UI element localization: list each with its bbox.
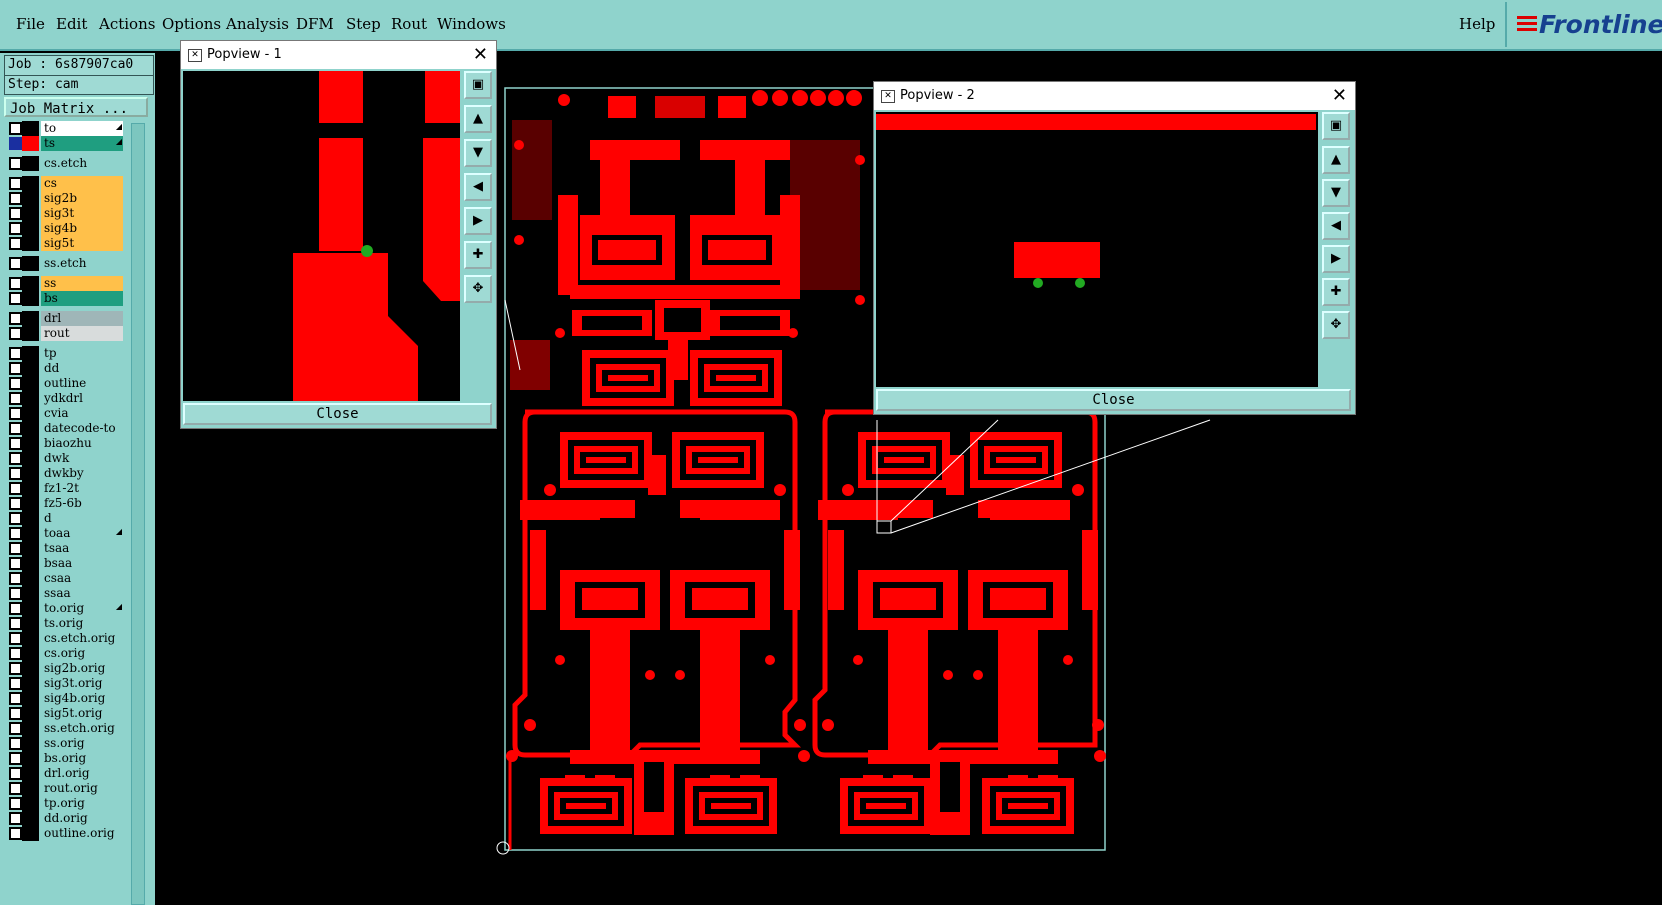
popview-2-title: Popview - 2 [900,88,975,103]
pan-left-icon[interactable]: ◀ [464,173,492,201]
popview-1-titlebar[interactable]: ✕ Popview - 1 ✕ [181,41,496,69]
pan-up-icon[interactable]: ▲ [1322,146,1350,174]
pan-right-icon[interactable]: ▶ [1322,245,1350,273]
pan-down-icon[interactable]: ▼ [1322,179,1350,207]
upper-circuit [510,90,865,406]
popview-1-close-button[interactable]: Close [183,403,492,425]
popview-1-title: Popview - 1 [207,47,282,62]
zoom-fit-icon[interactable]: ▣ [464,71,492,99]
popview-1-canvas[interactable] [183,71,460,401]
close-icon[interactable]: ✕ [473,44,488,65]
popview-1-window: ✕ Popview - 1 ✕ ▣ ▲ ▼ ◀ ▶ ✚ ✥ Close [180,40,497,429]
zoom-fit-icon[interactable]: ▣ [1322,112,1350,140]
popview-2-window: ✕ Popview - 2 ✕ ▣ ▲ ▼ ◀ ▶ ✚ ✥ Close [873,81,1356,415]
zoom-in-icon[interactable]: ✚ [1322,278,1350,306]
popview-2-canvas[interactable] [876,112,1318,387]
zoom-out-icon[interactable]: ✥ [464,275,492,303]
app-icon: ✕ [881,90,895,103]
pan-right-icon[interactable]: ▶ [464,207,492,235]
popview-2-titlebar[interactable]: ✕ Popview - 2 ✕ [874,82,1355,110]
pan-up-icon[interactable]: ▲ [464,105,492,133]
pan-left-icon[interactable]: ◀ [1322,212,1350,240]
close-icon[interactable]: ✕ [1332,85,1347,106]
zoom-in-icon[interactable]: ✚ [464,241,492,269]
popview-2-close-button[interactable]: Close [876,389,1351,411]
app-icon: ✕ [188,49,202,62]
pan-down-icon[interactable]: ▼ [464,139,492,167]
zoom-out-icon[interactable]: ✥ [1322,311,1350,339]
